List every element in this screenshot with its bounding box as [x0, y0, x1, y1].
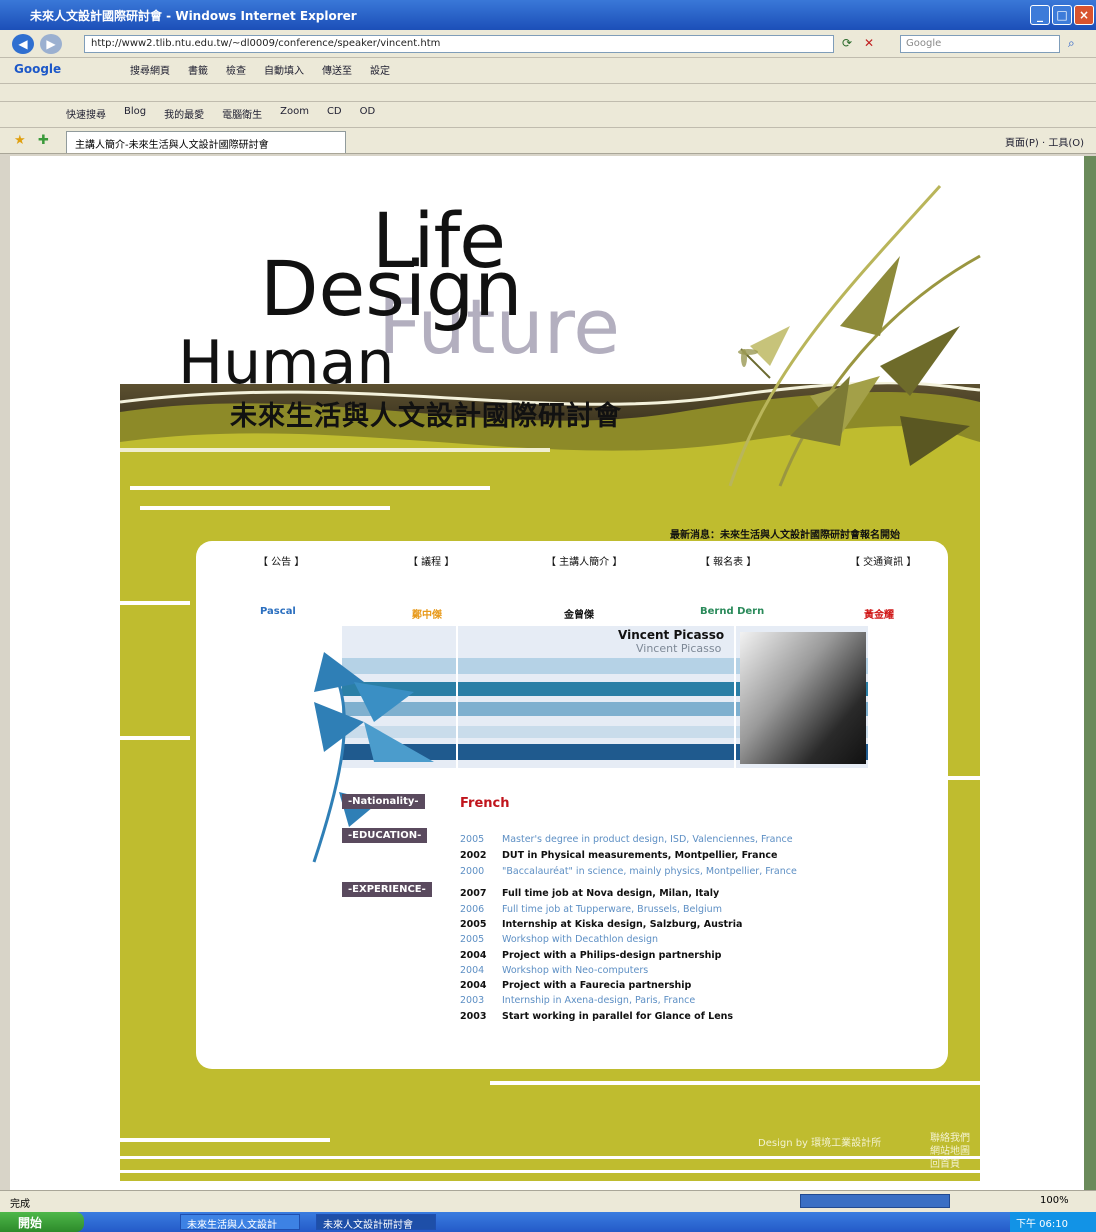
experience-row: 2005 Internship at Kiska design, Salzburg… — [460, 919, 743, 930]
nav-announcement[interactable]: 【 公告 】 — [258, 553, 304, 568]
title-human: Human — [178, 328, 395, 398]
experience-row: 2004 Workshop with Neo-computers — [460, 965, 649, 976]
google-logo: Google — [14, 62, 62, 76]
stripe — [120, 448, 550, 452]
google-toolbar-items: 搜尋網頁 書籤 檢查 自動填入 傳送至 設定 — [130, 62, 390, 77]
speaker-name-shadow: Vincent Picasso — [636, 642, 722, 655]
close-button[interactable]: × — [1074, 5, 1094, 25]
link-item[interactable]: Blog — [124, 106, 146, 121]
bamboo-leaves-decoration — [728, 184, 981, 487]
experience-row: 2003 Start working in parallel for Glance… — [460, 1011, 734, 1022]
experience-row: 2007 Full time job at Nova design, Milan,… — [460, 888, 720, 899]
nationality-label: -Nationality- — [342, 794, 425, 809]
link-item[interactable]: 電腦衛生 — [222, 106, 262, 121]
toolbar-item[interactable]: 自動填入 — [264, 62, 304, 77]
window-titlebar: 未來人文設計國際研討會 - Windows Internet Explorer … — [0, 0, 1096, 30]
zoom-level[interactable]: 100% — [1040, 1195, 1069, 1206]
toolbar-item[interactable]: 檢查 — [226, 62, 246, 77]
stripe — [120, 1170, 980, 1173]
nav-transport[interactable]: 【 交通資訊 】 — [850, 553, 916, 568]
experience-row: 2004 Project with a Philips-design partne… — [460, 950, 722, 961]
nav-speakers[interactable]: 【 主講人簡介 】 — [546, 553, 622, 568]
link-item[interactable]: CD — [327, 106, 342, 121]
status-toolbar-icons[interactable] — [800, 1194, 950, 1208]
tab-bar: ★ ✚ 主講人簡介-未來生活與人文設計國際研討會 頁面(P) · 工具(O) — [0, 128, 1096, 154]
dragonfly-icon — [738, 348, 771, 379]
favorites-star-icon[interactable]: ★ — [14, 133, 26, 148]
stripe — [120, 1156, 980, 1159]
experience-label: -EXPERIENCE- — [342, 882, 432, 897]
footer-links: 聯絡我們 網站地圖 回首頁 — [930, 1132, 970, 1171]
experience-row: 2003 Internship in Axena-design, Paris, F… — [460, 995, 696, 1006]
status-bar: 完成 100% — [0, 1190, 1096, 1212]
stripe — [490, 1081, 980, 1085]
browser-tab[interactable]: 主講人簡介-未來生活與人文設計國際研討會 — [66, 131, 346, 153]
search-icon[interactable]: ⌕ — [1068, 36, 1075, 51]
experience-row: 2006 Full time job at Tupperware, Brussel… — [460, 904, 722, 915]
footer-link-home[interactable]: 回首頁 — [930, 1158, 970, 1171]
links-toolbar: 快速搜尋 Blog 我的最愛 電腦衛生 Zoom CD OD — [0, 102, 1096, 128]
taskbar-item[interactable]: 未來生活與人文設計 — [180, 1214, 300, 1230]
links-toolbar-items: 快速搜尋 Blog 我的最愛 電腦衛生 Zoom CD OD — [66, 106, 375, 121]
clock: 下午 06:10 — [1010, 1212, 1096, 1232]
toolbar-item[interactable]: 設定 — [370, 62, 390, 77]
speaker-name: Vincent Picasso — [618, 628, 725, 642]
education-label: -EDUCATION- — [342, 828, 428, 843]
address-input[interactable]: http://www2.tlib.ntu.edu.tw/~dl0009/conf… — [84, 35, 834, 53]
search-input[interactable]: Google — [900, 35, 1060, 53]
education-row: 2002 DUT in Physical measurements, Montpe… — [460, 850, 778, 861]
speaker-link[interactable]: Bernd Dern — [700, 606, 764, 617]
address-bar: ◀ ▶ http://www2.tlib.ntu.edu.tw/~dl0009/… — [0, 30, 1096, 58]
stop-icon[interactable]: ✕ — [864, 36, 874, 50]
conference-title: 未來生活與人文設計國際研討會 — [230, 401, 622, 432]
nav-registration[interactable]: 【 報名表 】 — [700, 553, 756, 568]
minimize-button[interactable]: _ — [1030, 5, 1050, 25]
stripe — [120, 1138, 330, 1142]
nav-agenda[interactable]: 【 議程 】 — [408, 553, 454, 568]
stripe — [140, 506, 390, 510]
toolbar-row-empty — [0, 84, 1096, 102]
maximize-button[interactable]: □ — [1052, 5, 1072, 25]
footer-credit: Design by 環境工業設計所 — [758, 1138, 882, 1149]
title-design: Design — [260, 244, 523, 333]
window-title: 未來人文設計國際研討會 - Windows Internet Explorer — [30, 9, 357, 23]
experience-row: 2005 Workshop with Decathlon design — [460, 934, 659, 945]
stripe — [120, 601, 190, 605]
taskbar: 開始 未來生活與人文設計 未來人文設計研討會 下午 06:10 — [0, 1212, 1096, 1232]
link-item[interactable]: Zoom — [280, 106, 309, 121]
link-item[interactable]: 快速搜尋 — [66, 106, 106, 121]
taskbar-item[interactable]: 未來人文設計研討會 — [316, 1214, 436, 1230]
google-toolbar: Google 搜尋網頁 書籤 檢查 自動填入 傳送至 設定 — [0, 58, 1096, 84]
experience-row: 2004 Project with a Faurecia partnership — [460, 980, 692, 991]
link-item[interactable]: 我的最愛 — [164, 106, 204, 121]
nationality-value: French — [460, 796, 510, 811]
toolbar-item[interactable]: 搜尋網頁 — [130, 62, 170, 77]
add-favorite-icon[interactable]: ✚ — [38, 133, 49, 148]
page-viewport: Life Future Design Human 未來生活與人文設計國際研討會 … — [10, 156, 1086, 1190]
stripe — [120, 736, 190, 740]
speaker-link[interactable]: 鄭中傑 — [412, 606, 442, 621]
page-tools[interactable]: 頁面(P) · 工具(O) — [1005, 134, 1084, 149]
toolbar-item[interactable]: 傳送至 — [322, 62, 352, 77]
refresh-icon[interactable]: ⟳ — [842, 36, 852, 50]
speaker-photo — [740, 632, 866, 764]
news-marquee[interactable]: 最新消息：未來生活與人文設計國際研討會報名開始 — [670, 526, 900, 541]
link-item[interactable]: OD — [360, 106, 376, 121]
education-row: 2000 "Baccalauréat" in science, mainly ph… — [460, 866, 797, 877]
education-row: 2005 Master's degree in product design, I… — [460, 834, 793, 845]
status-text: 完成 — [10, 1199, 30, 1210]
stripe — [130, 486, 490, 490]
speaker-link[interactable]: 金曾傑 — [564, 606, 594, 621]
toolbar-item[interactable]: 書籤 — [188, 62, 208, 77]
footer-link-sitemap[interactable]: 網站地圖 — [930, 1145, 970, 1158]
speaker-link[interactable]: 黃金耀 — [864, 606, 894, 621]
footer-link-contact[interactable]: 聯絡我們 — [930, 1132, 970, 1145]
page-scrollbar[interactable] — [1084, 156, 1096, 1190]
speaker-link[interactable]: Pascal — [260, 606, 296, 617]
forward-button[interactable]: ▶ — [40, 34, 62, 54]
back-button[interactable]: ◀ — [12, 34, 34, 54]
start-button[interactable]: 開始 — [0, 1212, 84, 1232]
